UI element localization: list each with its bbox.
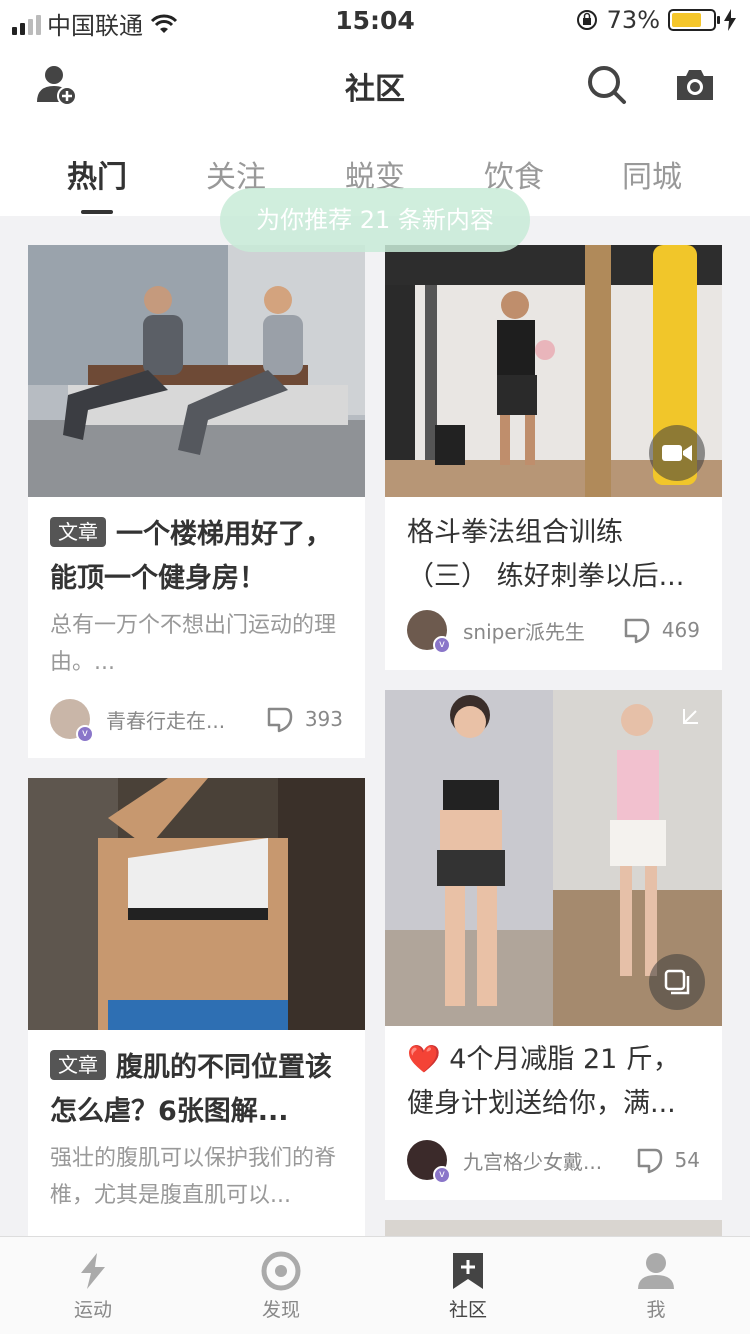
author-name[interactable]: 九宫格少女戴... (463, 1146, 635, 1175)
active-tab-indicator (81, 210, 113, 214)
orientation-lock-icon (576, 10, 597, 30)
back-arrow-icon (675, 702, 705, 732)
like-count-value: 393 (304, 707, 343, 731)
post-title: 文章 一个楼梯用好了，能顶一个健身房！ (50, 513, 343, 601)
post-description: 强壮的腹肌可以保护我们的脊椎，尤其是腹直肌可以... (50, 1146, 337, 1208)
new-content-toast[interactable]: 为你推荐 21 条新内容 (220, 188, 530, 252)
avatar[interactable]: v (407, 610, 451, 654)
gallery-icon (649, 954, 705, 1010)
profile-icon (638, 1253, 674, 1289)
like-icon (267, 707, 293, 733)
tab-label: 发现 (261, 1299, 300, 1321)
verified-badge: v (433, 636, 451, 654)
post-meta: v sniper派先生 469 (407, 608, 700, 654)
article-tag: 文章 (50, 1050, 106, 1080)
feed-card[interactable]: 文章 腹肌的不同位置该怎么虐？6张图解... 强壮的腹肌可以保护我们的脊椎，尤其是… (28, 778, 365, 1238)
post-title: 格斗拳法组合训练（三） 练好刺拳以后... (407, 517, 685, 592)
post-meta: v 九宫格少女戴... 54 (407, 1138, 700, 1184)
tab-label: 同城 (622, 160, 682, 195)
bolt-icon (81, 1253, 105, 1289)
like-count-value: 54 (674, 1148, 700, 1172)
bottom-tab-bar: 运动 发现 社区 我 (0, 1236, 750, 1334)
community-icon (453, 1253, 483, 1289)
camera-icon[interactable] (672, 62, 718, 108)
tab-sport[interactable]: 运动 (33, 1251, 153, 1322)
feed-card[interactable]: 格斗拳法组合训练（三） 练好刺拳以后... v sniper派先生 469 (385, 245, 722, 670)
like-count-value: 469 (661, 618, 700, 642)
like-icon (637, 1148, 662, 1174)
tab-label: 热门 (67, 160, 127, 195)
post-title: ❤️ 4个月减脂 21 斤，健身计划送给你，满... (407, 1044, 680, 1119)
post-title: 文章 腹肌的不同位置该怎么虐？6张图解... (50, 1046, 343, 1134)
like-icon (624, 618, 650, 644)
tab-discover[interactable]: 发现 (221, 1251, 341, 1322)
status-bar: 中国联通 15:04 73% (0, 0, 750, 42)
battery-percent: 73% (606, 6, 660, 34)
like-count[interactable]: 469 (622, 616, 700, 644)
charging-icon (724, 9, 736, 31)
video-icon (649, 425, 705, 481)
post-image (28, 245, 365, 497)
post-description: 总有一万个不想出门运动的理由。... (50, 613, 337, 675)
tab-label: 社区 (448, 1299, 487, 1321)
like-count[interactable]: 54 (635, 1146, 700, 1174)
nav-bar: 社区 (0, 42, 750, 128)
tab-label: 运动 (73, 1299, 112, 1321)
post-meta: v 青春行走在... 393 (50, 697, 343, 743)
author-name[interactable]: sniper派先生 (463, 616, 622, 645)
battery-icon (668, 9, 720, 31)
verified-badge: v (76, 725, 94, 743)
feed-card[interactable] (385, 1220, 722, 1236)
search-icon[interactable] (584, 62, 630, 108)
avatar[interactable]: v (50, 699, 94, 743)
feed-card[interactable]: ❤️ 4个月减脂 21 斤，健身计划送给你，满... v 九宫格少女戴... 5… (385, 690, 722, 1200)
tab-label: 我 (646, 1299, 666, 1321)
like-count[interactable]: 393 (265, 705, 343, 733)
page-title: 社区 (345, 72, 405, 107)
tab-community[interactable]: 社区 (408, 1251, 528, 1322)
post-image (28, 778, 365, 1030)
verified-badge: v (433, 1166, 451, 1184)
article-tag: 文章 (50, 517, 106, 547)
tab-local[interactable]: 同城 (582, 152, 722, 196)
tab-me[interactable]: 我 (596, 1251, 716, 1322)
feed-card[interactable]: 文章 一个楼梯用好了，能顶一个健身房！ 总有一万个不想出门运动的理由。... v … (28, 245, 365, 758)
avatar[interactable]: v (407, 1140, 451, 1184)
discover-icon (261, 1251, 301, 1291)
tab-hot[interactable]: 热门 (27, 152, 167, 214)
author-name[interactable]: 青春行走在... (106, 705, 265, 734)
